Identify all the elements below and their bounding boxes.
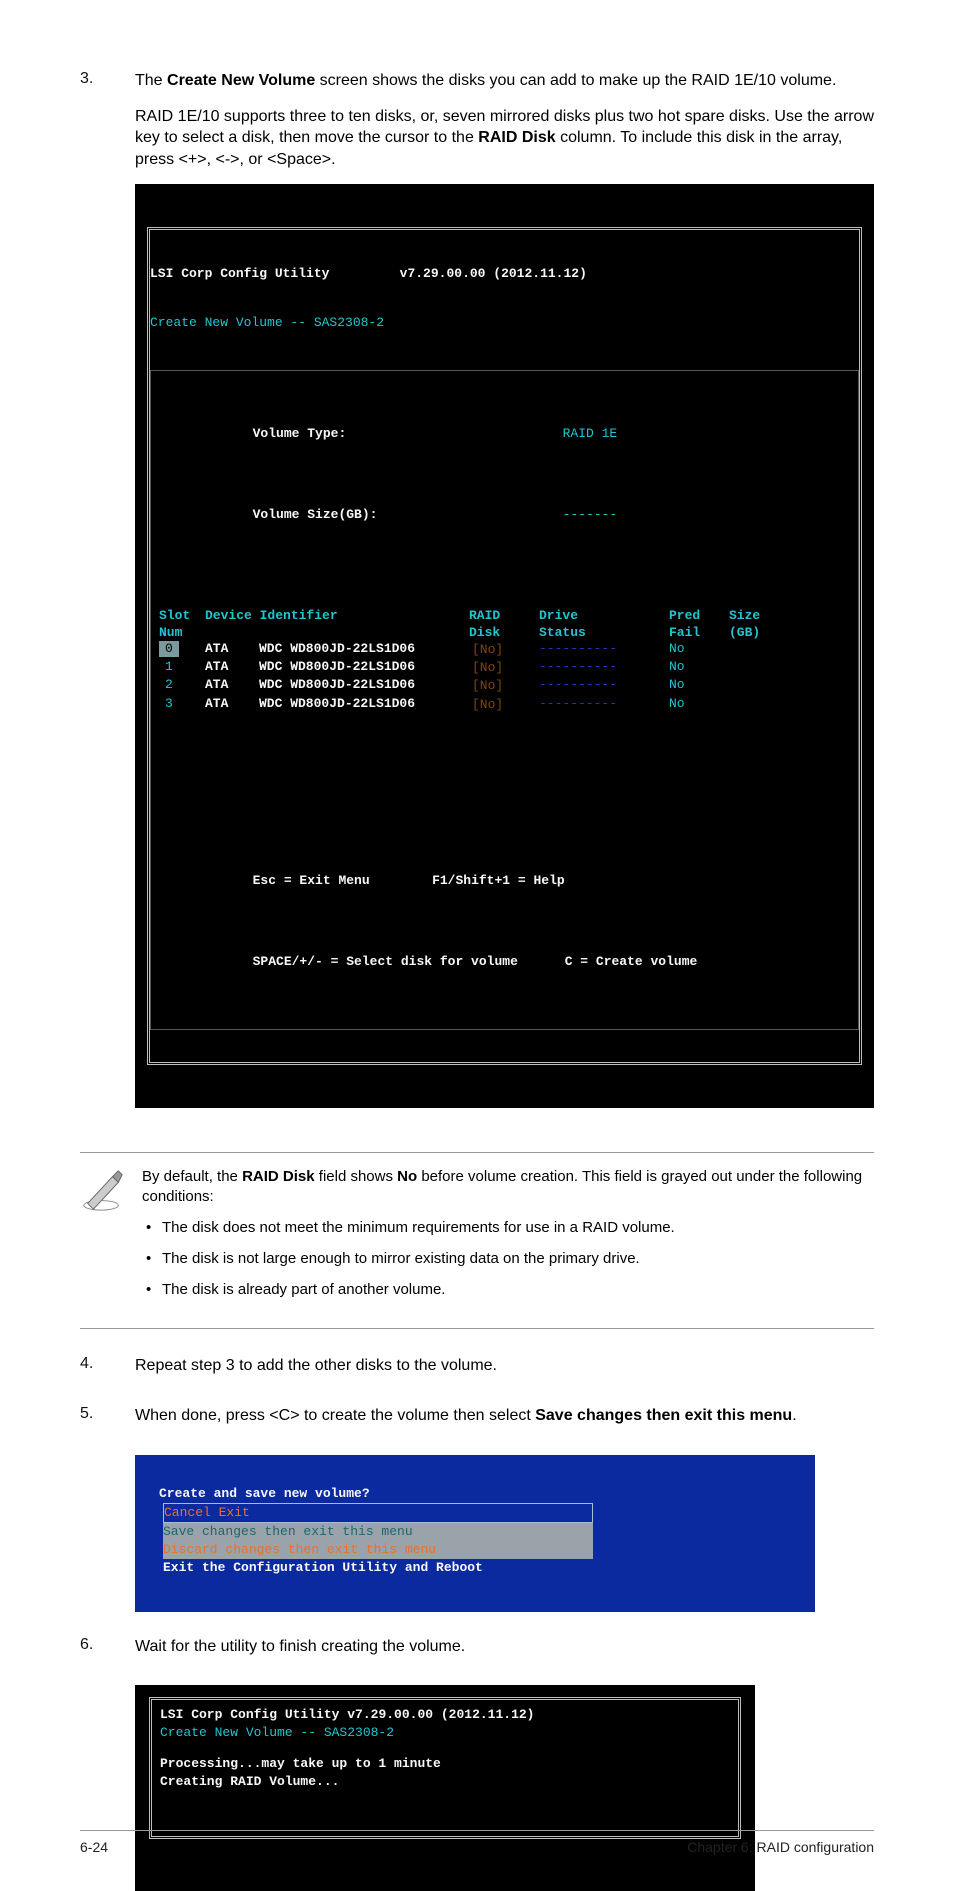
- step-number: 3.: [80, 70, 135, 1130]
- util-version: v7.29.00.00 (2012.11.12): [347, 1707, 534, 1722]
- step4-text: Repeat step 3 to add the other disks to …: [135, 1355, 874, 1377]
- page-footer: 6-24 Chapter 6: RAID configuration: [80, 1830, 874, 1855]
- col-pred2: Fail: [669, 625, 729, 641]
- col-drive2: Status: [539, 625, 669, 641]
- text: field shows: [315, 1168, 398, 1185]
- hint-esc: Esc = Exit Menu: [253, 873, 370, 888]
- col-size2: (GB): [729, 625, 779, 641]
- dev-id: WDC WD800JD-22LS1D06: [259, 677, 469, 695]
- col-raid: RAID: [469, 608, 539, 624]
- text: .: [792, 1407, 796, 1424]
- note-block: By default, the RAID Disk field shows No…: [80, 1152, 874, 1330]
- volume-size-value: -------: [563, 507, 618, 522]
- dev-type: ATA: [205, 641, 259, 659]
- note-icon: [80, 1167, 126, 1213]
- col-size: Size: [729, 608, 779, 624]
- hint-create: C = Create volume: [565, 954, 698, 969]
- pred-fail: No: [669, 641, 729, 659]
- field-name: RAID Disk: [242, 1168, 315, 1185]
- note-bullet: The disk is already part of another volu…: [142, 1279, 874, 1300]
- dialog-title: Create and save new volume?: [159, 1485, 791, 1503]
- dev-id: WDC WD800JD-22LS1D06: [259, 659, 469, 677]
- value: No: [397, 1168, 417, 1185]
- drive-status: ----------: [539, 641, 669, 659]
- raid-disk: [No]: [469, 659, 539, 677]
- drive-status: ----------: [539, 677, 669, 695]
- step5-text: When done, press <C> to create the volum…: [135, 1405, 874, 1427]
- step-number: 6.: [80, 1636, 135, 1672]
- dev-type: ATA: [205, 659, 259, 677]
- slot-num: 3: [159, 696, 205, 714]
- save-dialog-screenshot: Create and save new volume? Cancel Exit …: [135, 1455, 815, 1612]
- pred-fail: No: [669, 696, 729, 714]
- volume-size-label: Volume Size(GB):: [253, 507, 563, 523]
- text: The: [135, 72, 167, 89]
- slot-num: 2: [159, 677, 205, 695]
- col-slot2: Num: [159, 625, 205, 641]
- util-subtitle: Create New Volume -- SAS2308-2: [150, 315, 859, 331]
- processing-line1: Processing...may take up to 1 minute: [160, 1755, 730, 1773]
- text: screen shows the disks you can add to ma…: [315, 72, 836, 89]
- step-number: 4.: [80, 1355, 135, 1391]
- page-number: 6-24: [80, 1839, 108, 1855]
- menu-cancel: Cancel Exit: [163, 1503, 593, 1523]
- dev-type: ATA: [205, 677, 259, 695]
- col-raid2: Disk: [469, 625, 539, 641]
- hint-select: SPACE/+/- = Select disk for volume: [253, 954, 518, 969]
- volume-type-label: Volume Type:: [253, 426, 563, 442]
- drive-status: ----------: [539, 659, 669, 677]
- note-lead: By default, the RAID Disk field shows No…: [142, 1167, 874, 1208]
- chapter-title: Chapter 6: RAID configuration: [687, 1839, 874, 1855]
- step6-text: Wait for the utility to finish creating …: [135, 1636, 874, 1658]
- dev-id: WDC WD800JD-22LS1D06: [259, 641, 469, 659]
- col-pred: Pred: [669, 608, 729, 624]
- ui-name: Create New Volume: [167, 72, 315, 89]
- create-volume-screenshot: LSI Corp Config Utility v7.29.00.00 (201…: [135, 184, 874, 1108]
- step3-para1: The Create New Volume screen shows the d…: [135, 70, 874, 92]
- slot-num: 1: [159, 659, 205, 677]
- col-device: Device Identifier: [205, 608, 469, 624]
- menu-exit-reboot: Exit the Configuration Utility and Reboo…: [159, 1559, 791, 1577]
- col-slot: Slot: [159, 608, 205, 624]
- slot-num: 0: [159, 641, 179, 657]
- ui-name: RAID Disk: [478, 129, 555, 146]
- note-bullet: The disk is not large enough to mirror e…: [142, 1248, 874, 1269]
- drive-status: ----------: [539, 696, 669, 714]
- util-title: LSI Corp Config Utility: [160, 1707, 339, 1722]
- dev-id: WDC WD800JD-22LS1D06: [259, 696, 469, 714]
- text: By default, the: [142, 1168, 242, 1185]
- util-title: LSI Corp Config Utility: [150, 266, 329, 281]
- menu-discard-exit: Discard changes then exit this menu: [163, 1541, 593, 1559]
- volume-type-value: RAID 1E: [563, 426, 618, 441]
- menu-save-exit: Save changes then exit this menu: [163, 1523, 593, 1541]
- raid-disk: [No]: [469, 677, 539, 695]
- step-number: 5.: [80, 1405, 135, 1441]
- menu-name: Save changes then exit this menu: [535, 1407, 792, 1424]
- col-drive: Drive: [539, 608, 669, 624]
- step3-para2: RAID 1E/10 supports three to ten disks, …: [135, 106, 874, 171]
- util-version: v7.29.00.00 (2012.11.12): [400, 266, 587, 281]
- raid-disk: [No]: [469, 696, 539, 714]
- note-bullet: The disk does not meet the minimum requi…: [142, 1217, 874, 1238]
- hint-help: F1/Shift+1 = Help: [432, 873, 565, 888]
- util-subtitle: Create New Volume -- SAS2308-2: [160, 1724, 730, 1742]
- pred-fail: No: [669, 677, 729, 695]
- processing-line2: Creating RAID Volume...: [160, 1773, 730, 1791]
- processing-screenshot: LSI Corp Config Utility v7.29.00.00 (201…: [135, 1685, 755, 1891]
- pred-fail: No: [669, 659, 729, 677]
- text: When done, press <C> to create the volum…: [135, 1407, 535, 1424]
- raid-disk: [No]: [469, 641, 539, 659]
- dev-type: ATA: [205, 696, 259, 714]
